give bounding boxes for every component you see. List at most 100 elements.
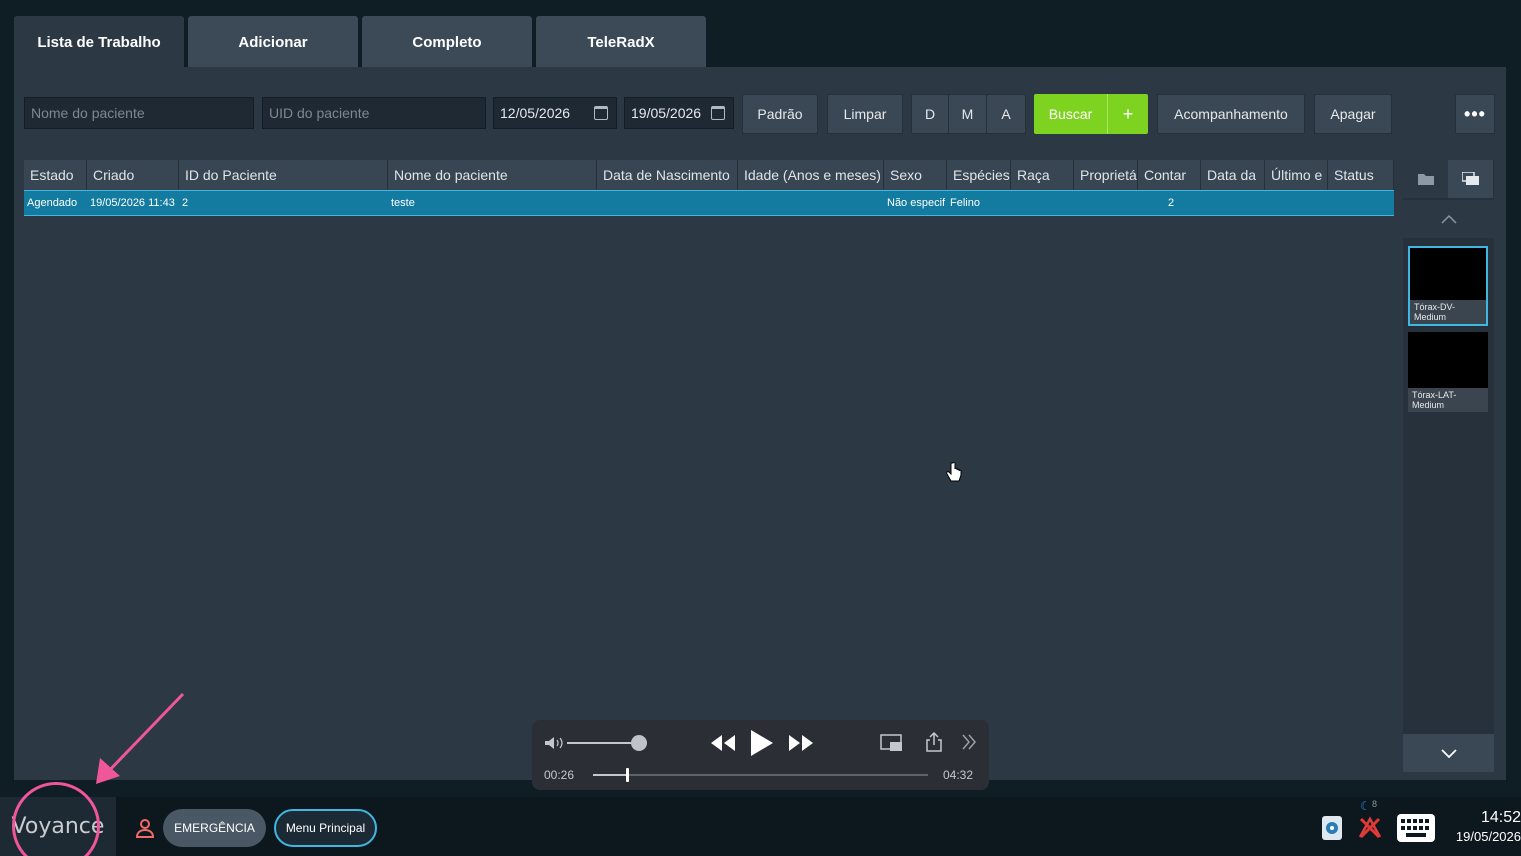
column-header[interactable]: Contar (1138, 160, 1201, 190)
delete-button[interactable]: Apagar (1314, 94, 1392, 134)
cell-created: 19/05/2026 11:43 (90, 197, 175, 209)
duration-time: 04:32 (943, 768, 974, 782)
cell-status: Agendado (27, 197, 78, 209)
tab-complete[interactable]: Completo (362, 16, 532, 68)
folder-icon (1417, 174, 1434, 185)
hand-cursor-icon (946, 462, 962, 482)
share-icon[interactable] (925, 732, 943, 752)
default-button[interactable]: Padrão (742, 94, 818, 134)
emergency-button[interactable]: EMERGÊNCIA (163, 809, 266, 847)
rewind-icon[interactable] (710, 734, 736, 752)
network-drive-icon[interactable] (1320, 814, 1344, 844)
column-header[interactable]: Último e (1265, 160, 1328, 190)
table-header: Estado Criado ID do Paciente Nome do pac… (24, 160, 1394, 190)
cell-owner (1074, 191, 1138, 215)
month-button[interactable]: M (948, 94, 987, 134)
column-header[interactable]: Sexo (884, 160, 947, 190)
scroll-down-button[interactable] (1403, 734, 1494, 772)
cell-birth-date (597, 191, 738, 215)
progress-scrubber[interactable] (625, 768, 629, 782)
date-to-value: 19/05/2026 (631, 105, 702, 121)
network-error-icon[interactable] (1356, 813, 1384, 841)
tray-badge: 8 (1372, 799, 1378, 809)
thumbnail-label: Tórax-DV-Medium (1410, 300, 1486, 324)
search-button-group: Buscar + (1034, 94, 1148, 134)
clock-date: 19/05/2026 (1455, 829, 1521, 844)
follow-up-button[interactable]: Acompanhamento (1157, 94, 1305, 134)
column-header[interactable]: Criado (87, 160, 179, 190)
more-icon: ••• (1464, 104, 1486, 124)
progress-fill (593, 774, 627, 776)
volume-slider-fill (567, 742, 639, 744)
thumbnail-label: Tórax-LAT-Medium (1408, 388, 1488, 412)
elapsed-time: 00:26 (544, 768, 575, 782)
picture-in-picture-icon[interactable] (880, 734, 904, 752)
column-header[interactable]: Proprietário (1074, 160, 1138, 190)
progress-track[interactable] (593, 774, 928, 776)
app-window: Lista de Trabalho Adicionar Completo Tel… (0, 0, 1521, 856)
cell-count: 2 (1167, 197, 1175, 209)
search-button[interactable]: Buscar (1034, 94, 1108, 134)
moon-icon: ☾ (1360, 799, 1371, 813)
annotation-arrow (96, 692, 185, 784)
column-header[interactable]: Data da (1201, 160, 1265, 190)
day-button[interactable]: D (911, 94, 949, 134)
clear-button[interactable]: Limpar (827, 94, 903, 134)
cell-sex: Não especif (887, 197, 946, 209)
thumbnail-torax-lat[interactable]: Tórax-LAT-Medium (1408, 332, 1488, 412)
worklist-table: Estado Criado ID do Paciente Nome do pac… (24, 160, 1394, 772)
chevron-double-right-icon[interactable] (961, 734, 977, 750)
scroll-up-button[interactable] (1403, 200, 1494, 238)
cell-last (1265, 191, 1328, 215)
images-icon (1461, 172, 1479, 185)
tab-bar: Lista de Trabalho Adicionar Completo Tel… (14, 16, 706, 68)
cell-age (738, 191, 884, 215)
thumbnail-torax-dv[interactable]: Tórax-DV-Medium (1408, 246, 1488, 326)
year-button[interactable]: A (986, 94, 1026, 134)
main-menu-button[interactable]: Menu Principal (274, 809, 377, 847)
system-clock: 14:52 19/05/2026 (1440, 809, 1521, 844)
chevron-down-icon (1440, 748, 1457, 758)
calendar-icon[interactable] (711, 106, 725, 120)
cell-patient-id: 2 (182, 197, 189, 209)
column-header[interactable]: Nome do paciente (388, 160, 597, 190)
column-header[interactable]: Estado (24, 160, 87, 190)
series-tab[interactable] (1448, 160, 1493, 198)
volume-icon[interactable] (544, 736, 564, 750)
annotation-circle (12, 782, 100, 856)
patient-uid-input[interactable] (262, 97, 486, 129)
column-header[interactable]: Raça (1011, 160, 1074, 190)
chevron-up-icon (1440, 214, 1457, 224)
keyboard-icon[interactable] (1396, 813, 1436, 843)
cell-date (1201, 191, 1265, 215)
date-to-field[interactable]: 19/05/2026 (624, 97, 734, 129)
column-header[interactable]: Data de Nascimento (597, 160, 738, 190)
cell-state (1328, 191, 1394, 215)
calendar-icon[interactable] (594, 106, 608, 120)
tab-teleradx[interactable]: TeleRadX (536, 16, 706, 68)
thumbnail-sidebar: Tórax-DV-Medium Tórax-LAT-Medium (1403, 160, 1494, 772)
patient-name-input[interactable] (24, 97, 254, 129)
column-header[interactable]: Status (1328, 160, 1394, 190)
fast-forward-icon[interactable] (788, 734, 814, 752)
media-player-overlay: 00:26 04:32 (532, 720, 989, 790)
cell-species: Felino (950, 197, 980, 209)
date-from-field[interactable]: 12/05/2026 (493, 97, 617, 129)
more-options-button[interactable]: ••• (1455, 94, 1495, 134)
cell-breed (1011, 191, 1074, 215)
add-search-button[interactable]: + (1108, 94, 1148, 134)
sidebar-tabs (1403, 160, 1494, 198)
play-icon[interactable] (750, 729, 774, 757)
volume-slider-knob[interactable] (631, 735, 647, 751)
clock-time: 14:52 (1480, 809, 1521, 826)
folder-tab[interactable] (1403, 160, 1448, 198)
tab-worklist[interactable]: Lista de Trabalho (14, 16, 184, 68)
tab-add[interactable]: Adicionar (188, 16, 358, 68)
column-header[interactable]: Espécies (947, 160, 1011, 190)
user-icon[interactable] (136, 818, 154, 838)
table-row[interactable]: Agendado 19/05/2026 11:43 2 teste Não es… (24, 190, 1394, 216)
column-header[interactable]: ID do Paciente (179, 160, 388, 190)
cell-patient-name: teste (391, 197, 415, 209)
date-from-value: 12/05/2026 (500, 105, 571, 121)
column-header[interactable]: Idade (Anos e meses) (738, 160, 884, 190)
